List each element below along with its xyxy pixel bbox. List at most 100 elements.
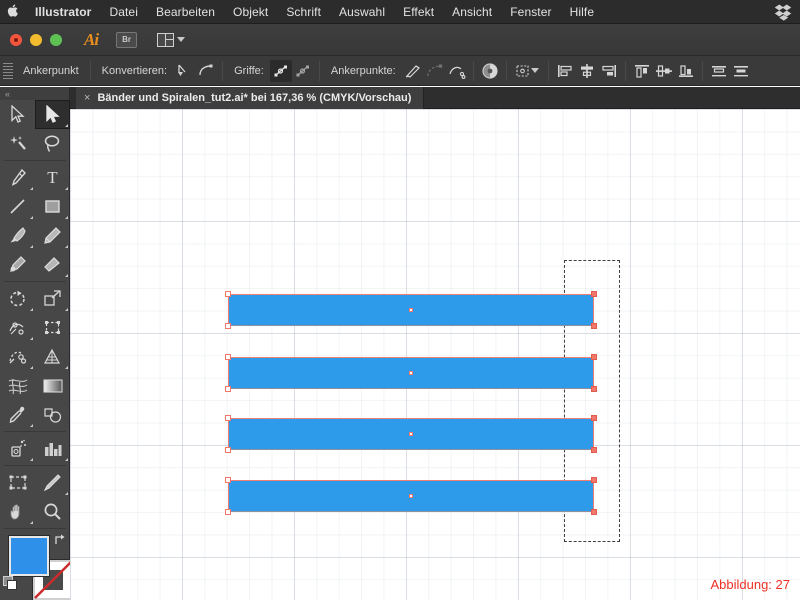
hide-handles-icon[interactable]	[292, 60, 314, 82]
tools-panel-grip[interactable]: «	[0, 87, 69, 100]
tool-flyout-indicator[interactable]	[30, 216, 33, 219]
symbol-sprayer-tool[interactable]	[0, 434, 35, 463]
convert-to-smooth-icon[interactable]	[195, 60, 217, 82]
default-fill-stroke-icon[interactable]	[3, 576, 18, 596]
gradient-tool[interactable]	[35, 371, 70, 400]
convert-to-corner-icon[interactable]	[173, 60, 195, 82]
blob-brush-tool[interactable]	[0, 250, 35, 279]
align-top-icon[interactable]	[631, 60, 653, 82]
anchor-band-4-br[interactable]	[591, 509, 597, 515]
align-horizontal-center-icon[interactable]	[576, 60, 598, 82]
close-button[interactable]	[10, 33, 22, 46]
remove-anchor-icon[interactable]	[424, 60, 446, 82]
tool-flyout-indicator[interactable]	[65, 187, 68, 190]
menu-item-hilfe[interactable]: Hilfe	[561, 0, 604, 24]
align-right-icon[interactable]	[598, 60, 620, 82]
anchor-band-1-br[interactable]	[591, 323, 597, 329]
rotate-tool[interactable]	[0, 284, 35, 313]
transform-chevron-down-icon[interactable]	[530, 68, 539, 73]
align-vertical-center-icon[interactable]	[653, 60, 675, 82]
anchor-band-1-bl[interactable]	[225, 323, 231, 329]
width-tool[interactable]	[0, 313, 35, 342]
close-icon[interactable]: ×	[84, 92, 90, 104]
lasso-tool[interactable]	[35, 129, 70, 158]
tool-flyout-indicator[interactable]	[30, 521, 33, 524]
tool-flyout-indicator[interactable]	[30, 187, 33, 190]
rectangle-tool[interactable]	[35, 192, 70, 221]
apple-logo-icon[interactable]	[0, 3, 26, 20]
anchor-band-3-tl[interactable]	[225, 415, 231, 421]
anchor-band-2-br[interactable]	[591, 386, 597, 392]
menu-item-fenster[interactable]: Fenster	[501, 0, 560, 24]
control-bar-grip[interactable]	[3, 62, 13, 79]
cut-path-at-anchor-icon[interactable]	[402, 60, 424, 82]
menu-item-effekt[interactable]: Effekt	[394, 0, 443, 24]
magic-wand-tool[interactable]	[0, 129, 35, 158]
distribute-vertical-top-icon[interactable]	[708, 60, 730, 82]
tool-flyout-indicator[interactable]	[65, 492, 68, 495]
tool-flyout-indicator[interactable]	[65, 124, 68, 127]
tool-flyout-indicator[interactable]	[30, 308, 33, 311]
tool-flyout-indicator[interactable]	[65, 458, 68, 461]
bridge-button[interactable]: Br	[116, 31, 137, 48]
menu-item-schrift[interactable]: Schrift	[277, 0, 330, 24]
tool-flyout-indicator[interactable]	[30, 337, 33, 340]
fill-swatch[interactable]	[9, 536, 49, 576]
tool-flyout-indicator[interactable]	[65, 216, 68, 219]
shape-builder-tool[interactable]	[0, 342, 35, 371]
hand-tool[interactable]	[0, 497, 35, 526]
tool-flyout-indicator[interactable]	[65, 366, 68, 369]
align-left-icon[interactable]	[554, 60, 576, 82]
anchor-band-3-br[interactable]	[591, 447, 597, 453]
minimize-button[interactable]	[30, 33, 42, 46]
anchor-band-2-tl[interactable]	[225, 354, 231, 360]
mesh-tool[interactable]	[0, 371, 35, 400]
align-bottom-icon[interactable]	[675, 60, 697, 82]
zoom-tool[interactable]	[35, 497, 70, 526]
document-tab[interactable]: × Bänder und Spiralen_tut2.ai* bei 167,3…	[76, 87, 425, 109]
tool-flyout-indicator[interactable]	[65, 308, 68, 311]
distribute-vertical-center-icon[interactable]	[730, 60, 752, 82]
artboard-canvas[interactable]: Abbildung: 27	[70, 109, 800, 600]
column-graph-tool[interactable]	[35, 434, 70, 463]
show-handles-icon[interactable]	[269, 59, 292, 82]
menu-item-bearbeiten[interactable]: Bearbeiten	[147, 0, 224, 24]
direct-selection-tool[interactable]	[35, 100, 70, 129]
free-transform-tool[interactable]	[35, 313, 70, 342]
anchor-band-1-tl[interactable]	[225, 291, 231, 297]
paintbrush-tool[interactable]	[0, 221, 35, 250]
tool-flyout-indicator[interactable]	[30, 458, 33, 461]
zoom-button[interactable]	[50, 33, 62, 46]
perspective-grid-tool[interactable]	[35, 342, 70, 371]
type-tool[interactable]: T	[35, 163, 70, 192]
anchor-band-1-tr[interactable]	[591, 291, 597, 297]
eraser-tool[interactable]	[35, 250, 70, 279]
arrange-documents-button[interactable]	[156, 32, 185, 47]
anchor-band-3-bl[interactable]	[225, 447, 231, 453]
swap-fill-stroke-icon[interactable]	[52, 533, 67, 549]
menu-item-ansicht[interactable]: Ansicht	[443, 0, 501, 24]
anchor-band-4-bl[interactable]	[225, 509, 231, 515]
tool-flyout-indicator[interactable]	[65, 274, 68, 277]
anchor-band-4-tl[interactable]	[225, 477, 231, 483]
anchor-band-3-tr[interactable]	[591, 415, 597, 421]
dropbox-icon[interactable]	[774, 3, 792, 21]
anchor-band-4-tr[interactable]	[591, 477, 597, 483]
tool-flyout-indicator[interactable]	[30, 245, 33, 248]
menu-item-illustrator[interactable]: Illustrator	[26, 0, 100, 24]
pencil-tool[interactable]	[35, 221, 70, 250]
anchor-band-2-bl[interactable]	[225, 386, 231, 392]
blend-tool[interactable]	[35, 400, 70, 429]
tool-flyout-indicator[interactable]	[30, 424, 33, 427]
connect-anchors-icon[interactable]	[446, 60, 468, 82]
scale-tool[interactable]	[35, 284, 70, 313]
artboard-tool[interactable]	[0, 468, 35, 497]
pen-tool[interactable]	[0, 163, 35, 192]
eyedropper-tool[interactable]	[0, 400, 35, 429]
tool-flyout-indicator[interactable]	[30, 366, 33, 369]
selection-tool[interactable]	[0, 100, 35, 129]
slice-tool[interactable]	[35, 468, 70, 497]
anchor-band-2-tr[interactable]	[591, 354, 597, 360]
menu-item-datei[interactable]: Datei	[100, 0, 147, 24]
isolate-selected-object-icon[interactable]	[479, 60, 501, 82]
